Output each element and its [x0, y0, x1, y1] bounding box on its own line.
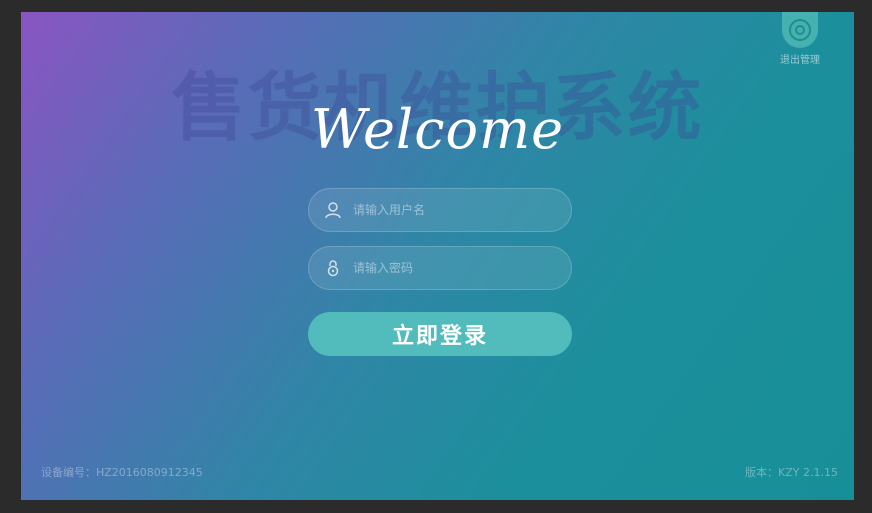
user-icon — [323, 200, 343, 220]
password-input[interactable] — [353, 261, 571, 275]
exit-management-label: 退出管理 — [780, 55, 820, 66]
exit-management-button[interactable]: 退出管理 — [768, 12, 832, 72]
login-screen: 售货机维护系统 Welcome 退出管理 立即登 — [21, 12, 854, 500]
welcome-heading: Welcome — [310, 98, 565, 161]
username-input[interactable] — [353, 203, 571, 217]
version-info: 版本：KZY 2.1.15 — [745, 466, 838, 479]
lock-icon — [323, 258, 343, 278]
device-id: 设备编号：HZ2016080912345 — [41, 466, 203, 479]
password-field[interactable] — [308, 246, 572, 290]
login-button[interactable]: 立即登录 — [308, 312, 572, 356]
username-field[interactable] — [308, 188, 572, 232]
exit-circle-icon — [782, 12, 818, 48]
